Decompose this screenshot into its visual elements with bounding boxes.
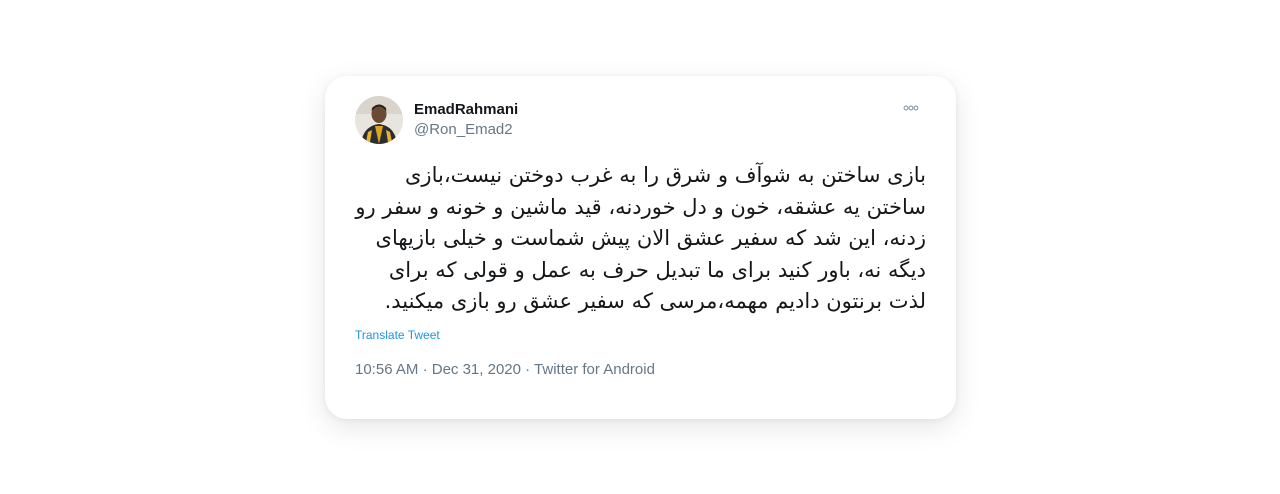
author-handle[interactable]: @Ron_Emad2	[414, 120, 518, 140]
author-display-name[interactable]: EmadRahmani	[414, 100, 518, 120]
meta-separator: ·	[525, 360, 531, 378]
tweet-body-text: بازی ساختن به شوآف و شرق را به غرب دوختن…	[355, 163, 926, 313]
page-background: EmadRahmani @Ron_Emad2 بازی ساختن به شوآ…	[0, 0, 1280, 494]
meta-separator: ·	[422, 360, 428, 378]
tweet-header: EmadRahmani @Ron_Emad2	[355, 96, 926, 146]
more-horizontal-icon	[903, 105, 919, 111]
tweet-date[interactable]: Dec 31, 2020	[432, 361, 521, 378]
author-info: EmadRahmani @Ron_Emad2	[414, 100, 518, 140]
tweet-source[interactable]: Twitter for Android	[534, 361, 655, 378]
more-options-icon[interactable]	[900, 100, 922, 116]
tweet-time[interactable]: 10:56 AM	[355, 361, 418, 378]
tweet-card: EmadRahmani @Ron_Emad2 بازی ساختن به شوآ…	[325, 76, 956, 419]
tweet-metadata: 10:56 AM · Dec 31, 2020 · Twitter for An…	[355, 360, 926, 380]
translate-tweet-link[interactable]: Translate Tweet	[355, 328, 440, 342]
avatar[interactable]	[355, 96, 403, 144]
avatar-photo	[355, 96, 403, 144]
